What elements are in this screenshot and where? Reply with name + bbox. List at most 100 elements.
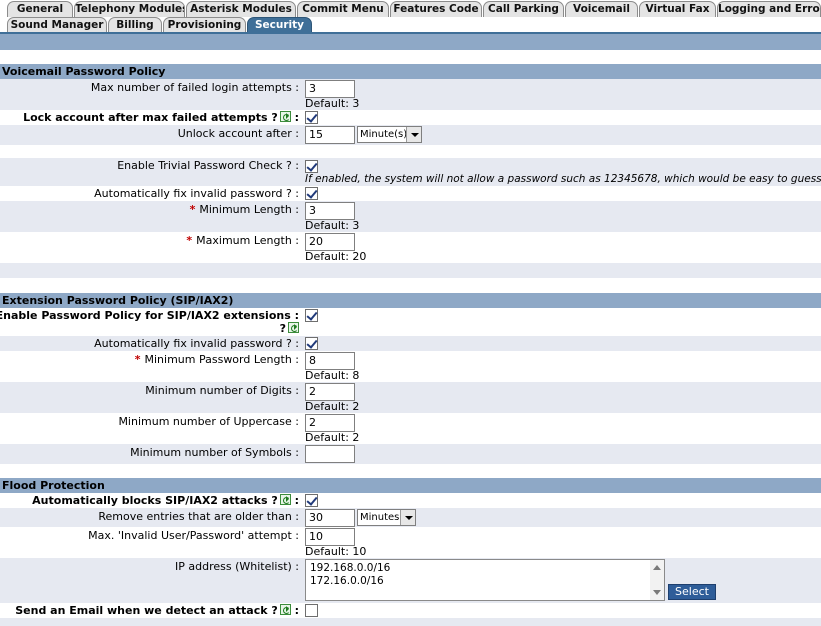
tab-bar: General Telephony Modules Asterisk Modul…: [0, 0, 821, 50]
tab-logging-and-errors[interactable]: Logging and Errors: [717, 1, 821, 17]
lock-account-label: Lock account after max failed attempts ?: [23, 111, 278, 124]
header-band: [0, 34, 821, 50]
max-invalid-input[interactable]: 10: [305, 528, 355, 546]
whitelist-line: 192.168.0.0/16: [310, 562, 391, 574]
unlock-unit-value: Minute(s): [360, 129, 408, 140]
ext-min-length-input[interactable]: 8: [305, 352, 355, 370]
send-email-checkbox[interactable]: [305, 604, 318, 617]
help-icon[interactable]: [279, 111, 291, 122]
lock-account-label-group: Lock account after max failed attempts ?…: [23, 111, 299, 125]
remove-entries-label: Remove entries that are older than :: [98, 510, 299, 523]
ext-autofix-label: Automatically fix invalid password ? :: [94, 337, 299, 350]
row-spacer: [0, 145, 821, 158]
row-whitelist: IP address (Whitelist) : 192.168.0.0/16 …: [0, 558, 821, 603]
tab-billing[interactable]: Billing: [108, 17, 162, 33]
help-icon[interactable]: [279, 494, 291, 505]
unlock-account-label: Unlock account after :: [177, 127, 299, 140]
auto-block-checkbox[interactable]: [305, 494, 318, 507]
send-email-colon: :: [294, 604, 299, 617]
row-trivial-check: Enable Trivial Password Check ? : If ena…: [0, 158, 821, 186]
max-failed-label: Max number of failed login attempts :: [90, 81, 299, 94]
ext-min-length-default: Default: 8: [305, 369, 360, 382]
tab-call-parking[interactable]: Call Parking: [483, 1, 564, 17]
select-button[interactable]: Select: [668, 584, 716, 600]
vm-max-length-default: Default: 20: [305, 250, 367, 263]
row-lock-account: Lock account after max failed attempts ?…: [0, 110, 821, 125]
ext-min-digits-label: Minimum number of Digits :: [145, 384, 299, 397]
vm-autofix-checkbox[interactable]: [305, 187, 318, 200]
row-unlock-account: Unlock account after : 15 Minute(s): [0, 125, 821, 145]
required-star: *: [189, 203, 196, 216]
ext-autofix-checkbox[interactable]: [305, 337, 318, 350]
remove-entries-input[interactable]: 30: [305, 509, 355, 527]
ext-enable-label: Enable Password Policy for SIP/IAX2 exte…: [0, 309, 299, 322]
whitelist-label: IP address (Whitelist) :: [174, 560, 299, 573]
max-invalid-label: Max. 'Invalid User/Password' attempt :: [88, 529, 299, 542]
row-vm-min-length: * Minimum Length : 3 Default: 3: [0, 201, 821, 232]
help-icon[interactable]: [279, 604, 291, 615]
unlock-unit-select[interactable]: Minute(s): [357, 126, 422, 143]
ext-enable-help-mark: ?: [279, 322, 286, 335]
whitelist-scrollbar[interactable]: [650, 560, 664, 600]
row-vm-max-length: * Maximum Length : 20 Default: 20: [0, 232, 821, 263]
required-star: *: [134, 353, 141, 366]
lock-account-checkbox[interactable]: [305, 111, 318, 124]
ext-min-digits-default: Default: 2: [305, 400, 360, 413]
whitelist-textarea[interactable]: 192.168.0.0/16 172.16.0.0/16: [305, 559, 665, 601]
ext-min-symbols-input[interactable]: [305, 445, 355, 463]
tab-security[interactable]: Security: [247, 17, 312, 33]
remove-unit-select[interactable]: Minutes: [357, 509, 416, 526]
vm-min-length-default: Default: 3: [305, 219, 360, 232]
help-icon[interactable]: [288, 322, 299, 333]
row-ext-min-length: * Minimum Password Length : 8 Default: 8: [0, 351, 821, 382]
tab-sound-manager[interactable]: Sound Manager: [7, 17, 107, 33]
row-max-failed-attempts: Max number of failed login attempts : 3 …: [0, 79, 821, 110]
tab-features-code[interactable]: Features Code: [390, 1, 482, 17]
row-send-email: Send an Email when we detect an attack ?…: [0, 603, 821, 618]
send-email-label-group: Send an Email when we detect an attack ?…: [15, 604, 299, 618]
vm-min-length-input[interactable]: 3: [305, 202, 355, 220]
auto-block-colon: :: [294, 494, 299, 507]
ext-min-length-label-group: * Minimum Password Length :: [135, 353, 299, 367]
trivial-check-checkbox[interactable]: [305, 160, 318, 173]
scroll-up-icon[interactable]: [653, 565, 661, 570]
row-auto-block: Automatically blocks SIP/IAX2 attacks ? …: [0, 493, 821, 508]
max-failed-default: Default: 3: [305, 97, 360, 110]
trivial-check-label: Enable Trivial Password Check ? :: [117, 159, 299, 172]
trivial-check-note: If enabled, the system will not allow a …: [305, 173, 821, 185]
tab-voicemail[interactable]: Voicemail: [565, 1, 638, 17]
ext-min-length-label: Minimum Password Length :: [144, 353, 300, 366]
section-extension-password-policy: Extension Password Policy (SIP/IAX2): [0, 293, 821, 308]
row-max-invalid: Max. 'Invalid User/Password' attempt : 1…: [0, 527, 821, 558]
row-ext-enable-policy: Enable Password Policy for SIP/IAX2 exte…: [0, 308, 821, 336]
send-email-label: Send an Email when we detect an attack ?: [15, 604, 278, 617]
row-remove-entries: Remove entries that are older than : 30 …: [0, 508, 821, 527]
max-invalid-default: Default: 10: [305, 545, 367, 558]
tab-provisioning[interactable]: Provisioning: [163, 17, 246, 33]
vm-max-length-label-group: * Maximum Length :: [186, 234, 299, 248]
row-ext-min-symbols: Minimum number of Symbols :: [0, 444, 821, 464]
required-star: *: [186, 234, 193, 247]
row-spacer: [0, 618, 821, 626]
chevron-down-icon: [400, 510, 415, 525]
tab-telephony-modules[interactable]: Telephony Modules: [74, 1, 185, 17]
vm-autofix-label: Automatically fix invalid password ? :: [94, 187, 299, 200]
ext-min-symbols-label: Minimum number of Symbols :: [130, 446, 299, 459]
ext-enable-help-group: ?: [280, 322, 299, 336]
max-failed-input[interactable]: 3: [305, 80, 355, 98]
scroll-down-icon[interactable]: [653, 590, 661, 595]
auto-block-label: Automatically blocks SIP/IAX2 attacks ?: [32, 494, 278, 507]
ext-min-upper-input[interactable]: 2: [305, 414, 355, 432]
tab-asterisk-modules[interactable]: Asterisk Modules: [186, 1, 296, 17]
ext-min-digits-input[interactable]: 2: [305, 383, 355, 401]
vm-min-length-label: Minimum Length :: [199, 203, 299, 216]
tab-commit-menu[interactable]: Commit Menu: [297, 1, 389, 17]
tab-general[interactable]: General: [7, 1, 73, 17]
ext-enable-checkbox[interactable]: [305, 309, 318, 322]
vm-max-length-input[interactable]: 20: [305, 233, 355, 251]
vm-max-length-label: Maximum Length :: [196, 234, 299, 247]
tab-virtual-fax[interactable]: Virtual Fax: [639, 1, 716, 17]
row-vm-autofix: Automatically fix invalid password ? :: [0, 186, 821, 201]
ext-min-upper-label: Minimum number of Uppercase :: [118, 415, 299, 428]
unlock-account-input[interactable]: 15: [305, 126, 355, 144]
